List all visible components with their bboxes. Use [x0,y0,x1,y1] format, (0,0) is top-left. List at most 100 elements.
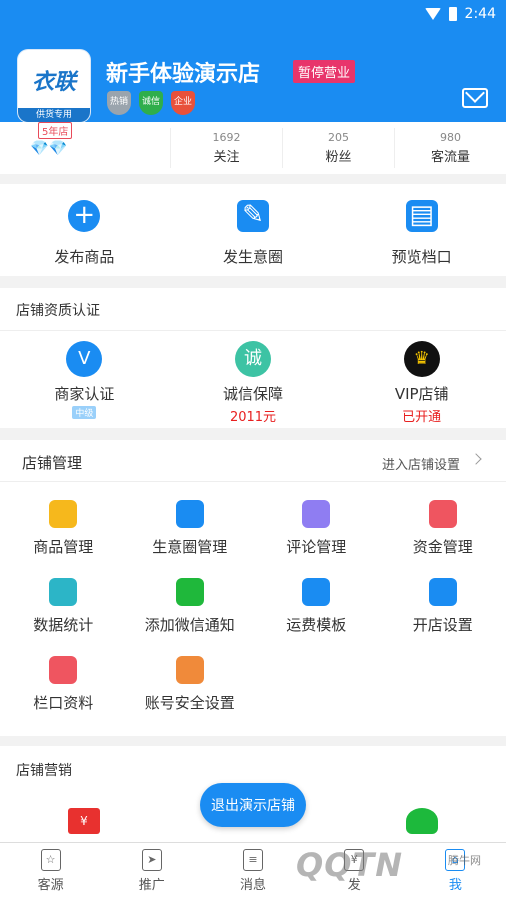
management-item[interactable]: 账号安全设置 [127,656,254,734]
plus-icon: + [68,200,101,232]
edit-icon: ✎ [237,200,269,232]
management-item[interactable]: 商品管理 [0,500,127,578]
management-item[interactable]: 运费模板 [253,578,380,656]
money-bag-icon [428,500,457,528]
management-item-label: 资金管理 [412,538,473,556]
shop-name[interactable]: 新手体验演示店 [106,56,260,88]
status-bar: 2:44 [424,6,496,22]
management-header: 店铺管理 进入店铺设置 [0,440,506,482]
certification-status: 2011元 [229,410,277,425]
years-badge: 5年店 [38,122,73,139]
management-item[interactable]: 数据统计 [0,578,127,656]
stat-follow[interactable]: 1692 关注 [170,128,282,168]
management-item-label: 数据统计 [33,616,94,634]
quick-action-label: 预览档口 [391,248,452,266]
stat-label: 关注 [213,150,240,165]
certification-item[interactable]: 诚诚信保障 2011元 [169,331,338,425]
certification-label: VIP店铺 [394,385,449,403]
shop-badge-icon: 热销 [107,91,131,115]
crown-icon: ♛ [403,341,440,377]
nav-label: 推广 [138,878,165,893]
shop-badge-icon: 诚信 [139,91,163,115]
post-moment-button[interactable]: ✎ 发生意圈 [169,184,338,276]
management-item[interactable]: 资金管理 [380,500,506,578]
integrity-shield-icon: 诚 [235,341,271,377]
section-title: 店铺管理 [22,454,83,472]
bar-chart-icon [49,578,78,606]
certification-status: 已开通 [402,410,442,425]
management-item[interactable]: 生意圈管理 [127,500,254,578]
shop-settings-icon [428,578,457,606]
management-item[interactable]: 评论管理 [253,500,380,578]
exit-demo-button[interactable]: 退出演示店铺 [200,783,306,827]
id-card-icon [49,656,78,684]
wifi-icon [424,8,441,20]
nav-label: 消息 [240,878,267,893]
certification-label: 诚信保障 [223,385,284,403]
certification-item[interactable]: V 商家认证 中级 [0,331,169,425]
bottom-nav: ☆ 客源 ➤ 推广 ≡ 消息 ¥ 发 ⌂ 我 [0,842,506,900]
message-icon: ≡ [243,849,263,871]
shop-stats: 💎💎 1692 关注 205 粉丝 980 客流量 [0,122,506,174]
stat-traffic[interactable]: 980 客流量 [394,128,506,168]
certification-status: 中级 [72,406,97,419]
quick-actions: + 发布商品 ✎ 发生意圈 ▤ 预览档口 [0,184,506,276]
paper-plane-icon: ➤ [141,849,162,871]
management-item[interactable]: 开店设置 [380,578,506,656]
stat-label: 客流量 [430,150,470,165]
watermark-small: 腾牛网 [448,854,481,867]
shop-logo[interactable]: 衣联 供货专用 [18,50,90,122]
logo-subtitle: 供货专用 [18,108,90,122]
stat-value: 980 [440,131,461,144]
stat-fans[interactable]: 205 粉丝 [282,128,394,168]
group-icon[interactable] [406,808,438,834]
watermark: QQTN [296,846,404,884]
management-item[interactable]: 添加微信通知 [127,578,254,656]
stat-label: 粉丝 [325,150,352,165]
management-item-label: 栏口资料 [33,694,94,712]
nav-label: 客源 [37,878,64,893]
comment-icon [302,500,331,528]
management-item-label: 开店设置 [412,616,473,634]
section-title: 店铺资质认证 [16,303,100,319]
coupon-icon[interactable]: ¥ [68,808,100,834]
diamond-icon: 💎💎 [30,139,68,157]
shopping-bag-icon [49,500,78,528]
shop-badge-icon: 企业 [171,91,195,115]
section-title: 店铺营销 [16,763,72,779]
nav-item[interactable]: ☆ 客源 [0,843,101,900]
stat-value: 205 [328,131,349,144]
preview-store-button[interactable]: ▤ 预览档口 [337,184,506,276]
aperture-icon [175,500,204,528]
wechat-icon [175,578,204,606]
publish-product-button[interactable]: + 发布商品 [0,184,169,276]
management-item[interactable]: 栏口资料 [0,656,127,734]
truck-icon [302,578,331,606]
quick-action-label: 发布商品 [54,248,115,266]
star-icon: ☆ [40,849,61,871]
stat-value: 1692 [212,131,241,144]
management-item-label: 生意圈管理 [152,538,228,556]
v-diamond-icon: V [66,341,103,377]
management-grid: 商品管理 生意圈管理 评论管理 资金管理数据统计 添加微信通知 运费模板 开店设置栏口资料 账… [0,482,506,734]
management-section: 店铺管理 进入店铺设置 商品管理 生意圈管理 评论管理 资金管理数据统计 添加微信通知 运… [0,440,506,736]
store-settings-link[interactable]: 进入店铺设置 [382,454,460,473]
mail-icon[interactable] [462,88,488,108]
shop-header: 2:44 衣联 供货专用 新手体验演示店 暂停营业 热销 诚信 企业 [0,0,506,122]
shop-status-badge: 暂停营业 [293,60,356,83]
storefront-icon: ▤ [405,200,438,232]
certification-item[interactable]: ♛ VIP店铺已开通 [337,331,506,425]
nav-item[interactable]: ➤ 推广 [101,843,202,900]
certification-section: 店铺资质认证 V 商家认证 中级 诚诚信保障 2011元 ♛ VIP店铺已开通 [0,288,506,428]
status-time: 2:44 [464,6,496,22]
quick-action-label: 发生意圈 [223,248,284,266]
nav-label: 我 [448,878,462,893]
nav-item[interactable]: ≡ 消息 [202,843,303,900]
management-item-label: 评论管理 [286,538,347,556]
management-item-label: 添加微信通知 [144,616,235,634]
shop-badges: 热销 诚信 企业 [107,91,195,115]
logo-text: 衣联 [31,69,76,95]
management-item-label: 运费模板 [286,616,347,634]
chevron-right-icon[interactable] [470,453,482,465]
account-security-icon [175,656,204,684]
